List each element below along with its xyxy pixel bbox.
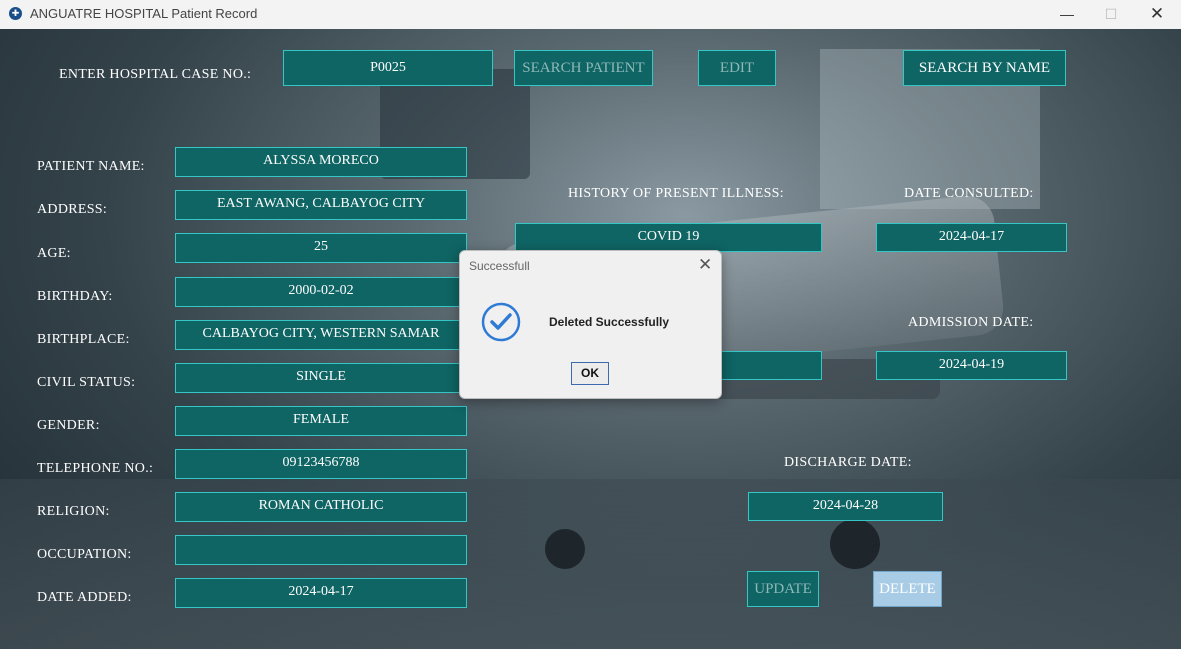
birthplace-field[interactable]: CALBAYOG CITY, WESTERN SAMAR	[175, 320, 467, 350]
search-by-name-button[interactable]: SEARCH BY NAME	[903, 50, 1066, 86]
admission-date-field[interactable]: 2024-04-19	[876, 351, 1067, 380]
history-label: HISTORY OF PRESENT ILLNESS:	[568, 186, 784, 201]
ok-button[interactable]: OK	[571, 362, 609, 385]
admission-date-label: ADMISSION DATE:	[908, 315, 1034, 330]
close-button[interactable]: ✕	[1134, 0, 1180, 29]
window-title: ANGUATRE HOSPITAL Patient Record	[30, 6, 258, 21]
minimize-button[interactable]: —	[1044, 0, 1090, 29]
religion-label: RELIGION:	[37, 504, 110, 519]
app-icon: ✚	[9, 7, 22, 20]
birthday-label: BIRTHDAY:	[37, 289, 113, 304]
history-field[interactable]: COVID 19	[515, 223, 822, 252]
religion-field[interactable]: ROMAN CATHOLIC	[175, 492, 467, 522]
address-field[interactable]: EAST AWANG, CALBAYOG CITY	[175, 190, 467, 220]
date-added-label: DATE ADDED:	[37, 590, 132, 605]
success-dialog: Successfull ✕ Deleted Successfully OK	[459, 250, 722, 399]
civil-status-field[interactable]: SINGLE	[175, 363, 467, 393]
background-wheel	[830, 519, 880, 569]
search-patient-button[interactable]: SEARCH PATIENT	[514, 50, 653, 86]
occupation-field[interactable]	[175, 535, 467, 565]
patient-name-field[interactable]: ALYSSA MORECO	[175, 147, 467, 177]
background-wheel	[545, 529, 585, 569]
dialog-message: Deleted Successfully	[549, 315, 670, 329]
discharge-date-field[interactable]: 2024-04-28	[748, 492, 943, 521]
date-consulted-label: DATE CONSULTED:	[904, 186, 1034, 201]
maximize-button[interactable]: ☐	[1088, 0, 1134, 29]
age-field[interactable]: 25	[175, 233, 467, 263]
case-number-input[interactable]: P0025	[283, 50, 493, 86]
dialog-title: Successfull	[469, 259, 530, 273]
birthplace-label: BIRTHPLACE:	[37, 332, 130, 347]
telephone-label: TELEPHONE NO.:	[37, 461, 154, 476]
discharge-date-label: DISCHARGE DATE:	[784, 455, 912, 470]
delete-button[interactable]: DELETE	[873, 571, 942, 607]
address-label: ADDRESS:	[37, 202, 108, 217]
window-titlebar: ✚ ANGUATRE HOSPITAL Patient Record — ☐ ✕	[0, 0, 1181, 30]
occupation-label: OCCUPATION:	[37, 547, 132, 562]
age-label: AGE:	[37, 246, 71, 261]
gender-field[interactable]: FEMALE	[175, 406, 467, 436]
info-check-icon	[481, 302, 521, 342]
patient-name-label: PATIENT NAME:	[37, 159, 145, 174]
edit-button[interactable]: EDIT	[698, 50, 776, 86]
dialog-close-icon[interactable]: ✕	[698, 255, 712, 275]
update-button[interactable]: UPDATE	[747, 571, 819, 607]
gender-label: GENDER:	[37, 418, 100, 433]
case-number-label: ENTER HOSPITAL CASE NO.:	[59, 67, 252, 82]
birthday-field[interactable]: 2000-02-02	[175, 277, 467, 307]
date-consulted-field[interactable]: 2024-04-17	[876, 223, 1067, 252]
civil-status-label: CIVIL STATUS:	[37, 375, 136, 390]
date-added-field[interactable]: 2024-04-17	[175, 578, 467, 608]
telephone-field[interactable]: 09123456788	[175, 449, 467, 479]
